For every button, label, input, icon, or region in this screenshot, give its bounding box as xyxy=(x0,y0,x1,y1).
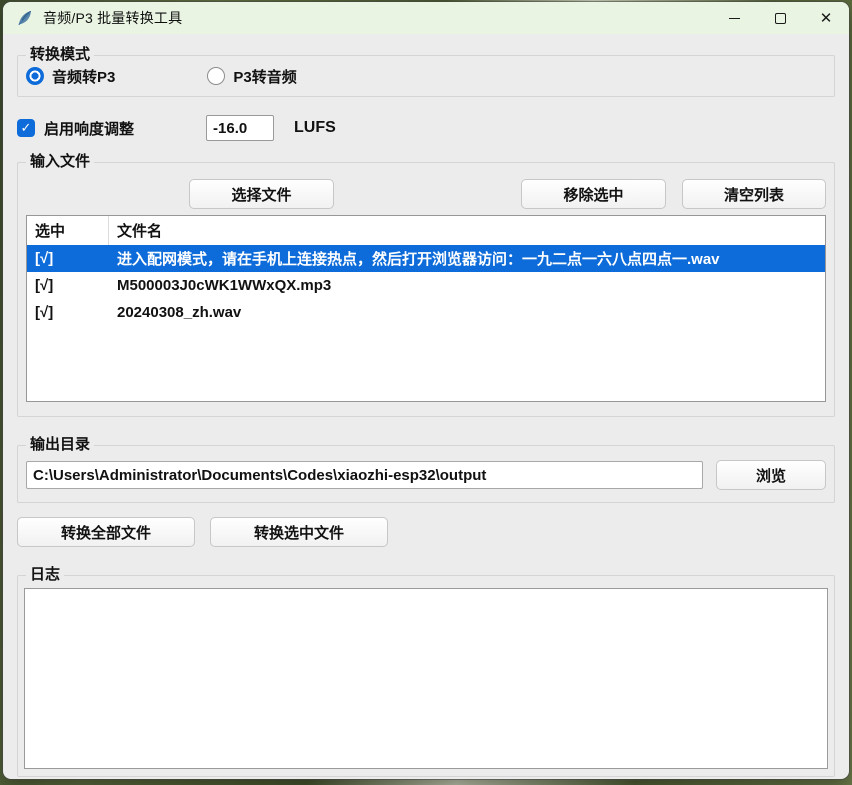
maximize-icon xyxy=(775,13,786,24)
input-files-label: 输入文件 xyxy=(26,152,94,172)
file-table[interactable]: 选中 文件名 [√] 进入配网模式，请在手机上连接热点，然后打开浏览器访问：一九… xyxy=(26,215,826,402)
clear-list-button[interactable]: 清空列表 xyxy=(682,179,826,209)
close-button[interactable]: ✕ xyxy=(803,2,849,34)
minimize-button[interactable] xyxy=(711,2,757,34)
output-directory-group: 输出目录 浏览 xyxy=(17,445,835,503)
row-checked[interactable]: [√] xyxy=(27,304,109,321)
select-files-button[interactable]: 选择文件 xyxy=(189,179,334,209)
file-table-header: 选中 文件名 xyxy=(27,216,825,245)
table-row[interactable]: [√] 进入配网模式，请在手机上连接热点，然后打开浏览器访问：一九二点一六八点四… xyxy=(27,245,825,272)
browse-button[interactable]: 浏览 xyxy=(716,460,826,490)
python-feather-icon xyxy=(16,10,33,27)
input-files-group: 输入文件 选择文件 移除选中 清空列表 选中 文件名 [√] 进入配网模式，请在… xyxy=(17,162,835,417)
action-buttons-row: 转换全部文件 转换选中文件 xyxy=(17,517,835,547)
conversion-mode-label: 转换模式 xyxy=(26,45,94,65)
table-row[interactable]: [√] 20240308_zh.wav xyxy=(27,299,825,326)
radio-p3-to-audio[interactable]: P3转音频 xyxy=(207,66,296,87)
header-checked: 选中 xyxy=(27,216,109,245)
loudness-checkbox-label[interactable]: 启用响度调整 xyxy=(44,118,134,139)
radio-selected-icon[interactable] xyxy=(26,67,44,85)
minimize-icon xyxy=(729,18,740,19)
row-checked[interactable]: [√] xyxy=(27,250,109,267)
radio-p3-to-audio-label: P3转音频 xyxy=(233,66,296,87)
log-label: 日志 xyxy=(26,565,64,585)
maximize-button[interactable] xyxy=(757,2,803,34)
log-group: 日志 xyxy=(17,575,835,777)
row-filename[interactable]: M500003J0cWK1WWxQX.mp3 xyxy=(109,277,825,294)
loudness-value-input[interactable] xyxy=(206,115,274,141)
header-filename: 文件名 xyxy=(109,220,825,241)
input-files-toolbar: 选择文件 移除选中 清空列表 xyxy=(26,179,826,209)
output-directory-label: 输出目录 xyxy=(26,435,94,455)
title-bar[interactable]: 音频/P3 批量转换工具 ✕ xyxy=(3,2,849,34)
loudness-row: ✓ 启用响度调整 LUFS xyxy=(17,115,835,141)
close-icon: ✕ xyxy=(820,11,833,26)
main-content: 转换模式 音频转P3 P3转音频 ✓ 启用响度调整 LUFS 输入文件 选择文件… xyxy=(3,34,849,779)
loudness-unit-label: LUFS xyxy=(294,119,336,137)
output-directory-row: 浏览 xyxy=(26,460,826,490)
row-checked[interactable]: [√] xyxy=(27,277,109,294)
remove-selected-button[interactable]: 移除选中 xyxy=(521,179,666,209)
row-filename[interactable]: 进入配网模式，请在手机上连接热点，然后打开浏览器访问：一九二点一六八点四点一.w… xyxy=(109,248,825,269)
convert-all-button[interactable]: 转换全部文件 xyxy=(17,517,195,547)
conversion-mode-group: 转换模式 音频转P3 P3转音频 xyxy=(17,55,835,97)
app-window: 音频/P3 批量转换工具 ✕ 转换模式 音频转P3 P3转音频 ✓ 启用响度调整… xyxy=(3,2,849,779)
radio-audio-to-p3[interactable]: 音频转P3 xyxy=(26,66,115,87)
row-filename[interactable]: 20240308_zh.wav xyxy=(109,304,825,321)
log-textarea[interactable] xyxy=(24,588,828,769)
loudness-checkbox[interactable]: ✓ xyxy=(17,119,35,137)
table-row[interactable]: [√] M500003J0cWK1WWxQX.mp3 xyxy=(27,272,825,299)
window-title: 音频/P3 批量转换工具 xyxy=(43,8,182,28)
output-path-input[interactable] xyxy=(26,461,703,489)
convert-selected-button[interactable]: 转换选中文件 xyxy=(210,517,388,547)
radio-audio-to-p3-label: 音频转P3 xyxy=(52,66,115,87)
window-controls: ✕ xyxy=(711,2,849,34)
radio-unselected-icon[interactable] xyxy=(207,67,225,85)
